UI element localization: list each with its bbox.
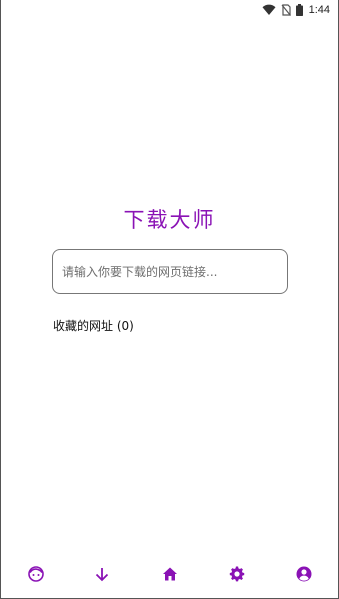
wifi-icon bbox=[262, 4, 276, 16]
status-time: 1:44 bbox=[308, 4, 330, 16]
nav-download-button[interactable] bbox=[90, 562, 114, 586]
url-input[interactable] bbox=[62, 264, 287, 279]
url-input-container[interactable] bbox=[52, 249, 288, 294]
download-arrow-icon bbox=[94, 566, 110, 582]
nav-home-button[interactable] bbox=[158, 562, 182, 586]
no-sim-icon bbox=[281, 4, 291, 16]
nav-account-button[interactable] bbox=[292, 562, 316, 586]
nav-face-button[interactable] bbox=[24, 562, 48, 586]
battery-icon bbox=[295, 4, 303, 16]
bookmarks-label[interactable]: 收藏的网址 (0) bbox=[53, 317, 134, 334]
bottom-nav bbox=[1, 562, 338, 586]
face-icon bbox=[28, 566, 44, 582]
gear-icon bbox=[229, 566, 245, 582]
app-title: 下载大师 bbox=[123, 208, 216, 232]
account-circle-icon bbox=[296, 566, 312, 582]
nav-settings-button[interactable] bbox=[225, 562, 249, 586]
home-icon bbox=[162, 566, 178, 582]
status-bar: 1:44 bbox=[1, 0, 338, 20]
